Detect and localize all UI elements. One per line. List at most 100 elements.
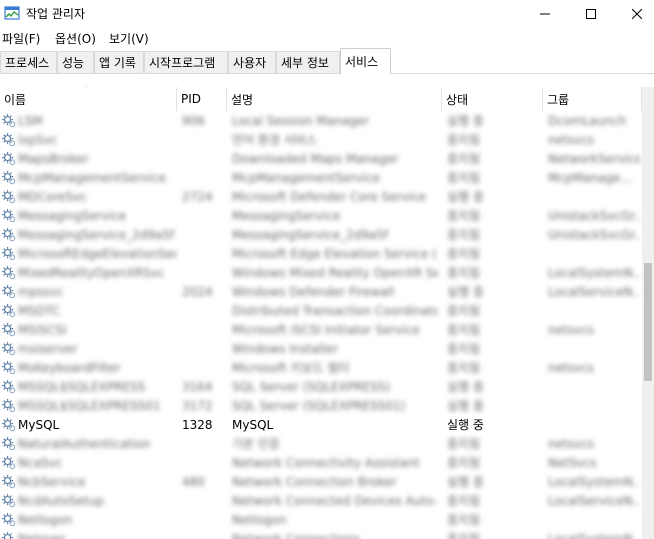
service-row[interactable]: lxpSvc 언어 환경 서비스 중지됨 netsvcs bbox=[0, 130, 642, 149]
service-name: mpssvc bbox=[18, 284, 64, 299]
service-pid bbox=[182, 301, 222, 320]
service-gear-icon bbox=[1, 303, 16, 318]
service-row[interactable]: MSSQL$SQLEXPRESS 3164 SQL Server (SQLEXPRE… bbox=[0, 377, 642, 396]
service-row[interactable]: Netman Network Connections 중지됨 LocalSystemN… bbox=[0, 529, 642, 539]
service-status: 중지됨 bbox=[447, 171, 481, 185]
service-status: 중지됨 bbox=[447, 304, 481, 318]
column-header-row: 이름 PID 설명 상태 그룹 bbox=[0, 87, 642, 111]
service-status: 중지됨 bbox=[447, 437, 481, 451]
minimize-button[interactable] bbox=[522, 0, 568, 27]
service-row[interactable]: MSSQL$SQLEXPRESS01 3172 SQL Server (SQLEXP… bbox=[0, 396, 642, 415]
service-row[interactable]: msiserver Windows Installer 중지됨 bbox=[0, 339, 642, 358]
tab-startup[interactable]: 시작프로그램 bbox=[144, 51, 228, 73]
service-row[interactable]: MsKeyboardFilter Microsoft 키보드 필터 중지됨 netsv… bbox=[0, 358, 642, 377]
service-group: LocalSystemN... bbox=[548, 265, 640, 280]
service-name: NcaSvc bbox=[18, 455, 63, 470]
service-status: 실행 중 bbox=[447, 418, 484, 432]
service-description: Network Connection Broker bbox=[232, 474, 397, 489]
service-row[interactable]: MapsBroker Downloaded Maps Manager 중지됨 Netw… bbox=[0, 149, 642, 168]
task-manager-icon bbox=[4, 6, 20, 20]
service-pid: 2724 bbox=[182, 189, 213, 204]
tab-details[interactable]: 세부 정보 bbox=[276, 51, 340, 73]
service-status: 실행 중 bbox=[447, 475, 484, 489]
tab-processes[interactable]: 프로세스 bbox=[0, 51, 57, 73]
scrollbar-thumb[interactable] bbox=[644, 263, 652, 381]
service-status: 중지됨 bbox=[447, 266, 481, 280]
menu-bar: 파일(F) 옵션(O) 보기(V) bbox=[0, 27, 654, 47]
service-status: 실행 중 bbox=[447, 285, 484, 299]
menu-file[interactable]: 파일(F) bbox=[2, 30, 40, 47]
service-row[interactable]: MessagingService MessagingService 중지됨 Unist… bbox=[0, 206, 642, 225]
tab-services[interactable]: 서비스 bbox=[340, 48, 391, 74]
service-group: NetworkService bbox=[548, 151, 640, 166]
column-header-group[interactable]: 그룹 bbox=[543, 87, 642, 111]
service-row[interactable]: NaturalAuthentication 기본 인증 중지됨 netsvcs bbox=[0, 434, 642, 453]
service-name: MSSQL$SQLEXPRESS01 bbox=[18, 398, 161, 413]
service-group bbox=[548, 301, 640, 320]
service-gear-icon bbox=[1, 379, 16, 394]
service-status: 중지됨 bbox=[447, 323, 481, 337]
service-row[interactable]: mpssvc 2024 Windows Defender Firewall 실행 중 L… bbox=[0, 282, 642, 301]
service-pid bbox=[182, 206, 222, 225]
maximize-button[interactable] bbox=[568, 0, 614, 27]
service-pid bbox=[182, 453, 222, 472]
service-group: netsvcs bbox=[548, 132, 594, 147]
menu-view[interactable]: 보기(V) bbox=[109, 30, 149, 47]
service-description: Network Connected Devices Auto-... bbox=[232, 493, 438, 508]
service-status: 중지됨 bbox=[447, 247, 481, 261]
service-row[interactable]: MicrosoftEdgeElevationSer... Microsoft Ed… bbox=[0, 244, 642, 263]
service-description: 언어 환경 서비스 bbox=[232, 133, 317, 147]
service-row[interactable]: LSM 906 Local Session Manager 실행 중 DcomLaunc… bbox=[0, 111, 642, 130]
service-pid bbox=[182, 434, 222, 453]
service-row[interactable]: NcaSvc Network Connectivity Assistant 중지됨 N… bbox=[0, 453, 642, 472]
window-title: 작업 관리자 bbox=[26, 7, 86, 21]
service-description: Microsoft iSCSI Initiator Service bbox=[232, 322, 420, 337]
title-bar[interactable]: 작업 관리자 bbox=[0, 0, 654, 27]
vertical-scrollbar[interactable] bbox=[642, 87, 654, 539]
service-row[interactable]: MSDTC Distributed Transaction Coordinator… bbox=[0, 301, 642, 320]
service-group: netsvcs bbox=[548, 360, 594, 375]
service-name: MSSQL$SQLEXPRESS bbox=[18, 379, 146, 394]
tab-users[interactable]: 사용자 bbox=[228, 51, 276, 73]
service-row[interactable]: MessagingService_2d9a5f MessagingService_… bbox=[0, 225, 642, 244]
service-gear-icon bbox=[1, 265, 16, 280]
service-row[interactable]: NcbService 480 Network Connection Broker 실행… bbox=[0, 472, 642, 491]
service-status: 실행 중 bbox=[447, 114, 484, 128]
service-description: Microsoft Edge Elevation Service (... bbox=[232, 246, 438, 261]
service-group: McpManage... bbox=[548, 170, 632, 185]
service-row[interactable]: MDCoreSvc 2724 Microsoft Defender Core Ser… bbox=[0, 187, 642, 206]
service-row[interactable]: Netlogon Netlogon 중지됨 bbox=[0, 510, 642, 529]
service-description: Netlogon bbox=[232, 512, 287, 527]
service-description: MessagingService bbox=[232, 208, 341, 223]
column-header-description[interactable]: 설명 bbox=[227, 87, 442, 111]
service-row[interactable]: MixedRealityOpenXRSvc Windows Mixed Reali… bbox=[0, 263, 642, 282]
service-status: 실행 중 bbox=[447, 399, 484, 413]
service-description: SQL Server (SQLEXPRESS01) bbox=[232, 398, 406, 413]
service-description: Windows Defender Firewall bbox=[232, 284, 395, 299]
service-group: UnistackSvcGr... bbox=[548, 227, 640, 242]
service-pid bbox=[182, 244, 222, 263]
service-group bbox=[548, 396, 640, 415]
column-header-name[interactable]: 이름 bbox=[0, 87, 177, 111]
service-pid bbox=[182, 149, 222, 168]
tab-app-history[interactable]: 앱 기록 bbox=[94, 51, 144, 73]
service-group: UnistackSvcGr... bbox=[548, 208, 640, 223]
service-group bbox=[548, 415, 640, 434]
service-row[interactable]: MSiSCSI Microsoft iSCSI Initiator Service… bbox=[0, 320, 642, 339]
service-row[interactable]: NcdAutoSetup Network Connected Devices Au… bbox=[0, 491, 642, 510]
service-gear-icon bbox=[1, 170, 16, 185]
menu-options[interactable]: 옵션(O) bbox=[55, 30, 96, 47]
service-description: SQL Server (SQLEXPRESS) bbox=[232, 379, 391, 394]
service-row[interactable]: MySQL 1328 MySQL 실행 중 bbox=[0, 415, 642, 434]
service-gear-icon bbox=[1, 227, 16, 242]
service-row[interactable]: McpManagementService McpManagementService… bbox=[0, 168, 642, 187]
column-header-status[interactable]: 상태 bbox=[442, 87, 543, 111]
tab-performance[interactable]: 성능 bbox=[57, 51, 94, 73]
close-button[interactable] bbox=[614, 0, 654, 27]
service-description: Downloaded Maps Manager bbox=[232, 151, 399, 166]
service-gear-icon bbox=[1, 474, 16, 489]
column-header-pid[interactable]: PID bbox=[177, 87, 227, 111]
service-name: NcbService bbox=[18, 474, 86, 489]
service-description: Microsoft 키보드 필터 bbox=[232, 361, 350, 375]
service-gear-icon bbox=[1, 341, 16, 356]
